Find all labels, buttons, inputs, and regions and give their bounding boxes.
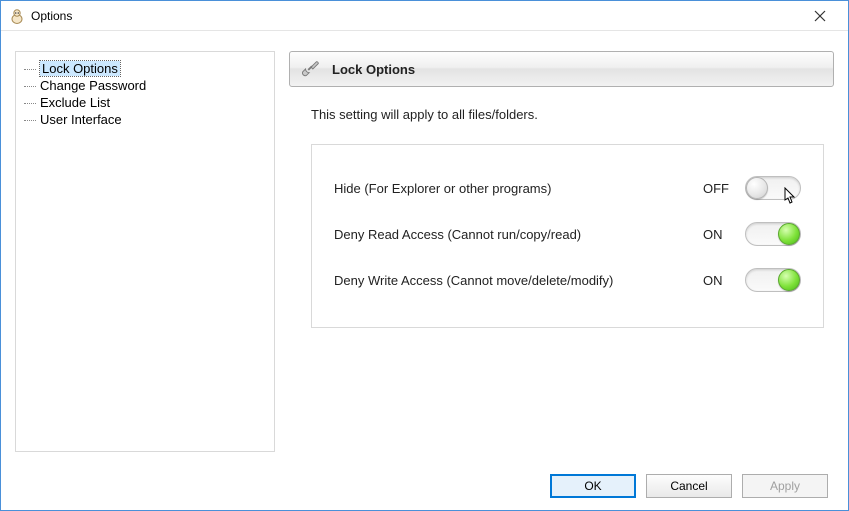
sidebar-item-label: Change Password [40,78,146,93]
toggle-deny-write[interactable] [745,268,801,292]
toggle-knob [778,269,800,291]
panel-title: Lock Options [332,62,415,77]
setting-row-deny-write: Deny Write Access (Cannot move/delete/mo… [334,257,801,303]
panel-description: This setting will apply to all files/fol… [311,107,824,122]
toggle-knob [746,177,768,199]
setting-state: ON [703,273,745,288]
cancel-button[interactable]: Cancel [646,474,732,498]
close-icon [814,10,826,22]
sidebar-item-label: Lock Options [40,61,120,76]
main-panel: Lock Options This setting will apply to … [289,51,834,452]
ok-button[interactable]: OK [550,474,636,498]
settings-group: Hide (For Explorer or other programs) OF… [311,144,824,328]
toggle-deny-read[interactable] [745,222,801,246]
titlebar: Options [1,1,848,31]
toggle-knob [778,223,800,245]
panel-header: Lock Options [289,51,834,87]
close-button[interactable] [800,2,840,30]
setting-state: ON [703,227,745,242]
setting-label: Deny Write Access (Cannot move/delete/mo… [334,273,703,288]
sidebar-item-label: User Interface [40,112,122,127]
tools-icon [300,58,322,80]
sidebar: Lock Options Change Password Exclude Lis… [15,51,275,452]
content-area: Lock Options Change Password Exclude Lis… [1,31,848,462]
footer: OK Cancel Apply [1,462,848,510]
panel-body: This setting will apply to all files/fol… [289,87,834,338]
apply-button: Apply [742,474,828,498]
sidebar-item-lock-options[interactable]: Lock Options [16,60,274,77]
sidebar-item-user-interface[interactable]: User Interface [16,111,274,128]
setting-row-deny-read: Deny Read Access (Cannot run/copy/read) … [334,211,801,257]
window-title: Options [31,9,800,23]
options-window: Options Lock Options Change Password Exc… [0,0,849,511]
setting-label: Hide (For Explorer or other programs) [334,181,703,196]
setting-label: Deny Read Access (Cannot run/copy/read) [334,227,703,242]
sidebar-item-exclude-list[interactable]: Exclude List [16,94,274,111]
setting-row-hide: Hide (For Explorer or other programs) OF… [334,165,801,211]
app-icon [9,8,25,24]
setting-state: OFF [703,181,745,196]
sidebar-item-label: Exclude List [40,95,110,110]
cursor-icon [780,187,798,209]
toggle-hide[interactable] [745,176,801,200]
sidebar-item-change-password[interactable]: Change Password [16,77,274,94]
